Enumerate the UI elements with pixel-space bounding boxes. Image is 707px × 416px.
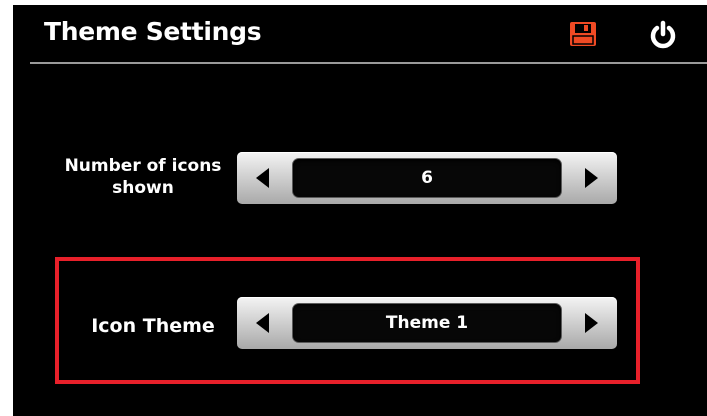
icon-count-label: Number of icons shown <box>64 156 222 198</box>
power-icon <box>650 20 676 49</box>
icon-theme-label: Icon Theme <box>91 315 215 337</box>
arrow-left-icon <box>256 313 269 333</box>
header-divider <box>30 62 707 64</box>
arrow-left-icon <box>256 168 269 188</box>
icon-count-value: 6 <box>293 159 561 197</box>
page-title: Theme Settings <box>44 17 262 46</box>
icon-theme-value: Theme 1 <box>293 304 561 342</box>
icon-count-stepper: 6 <box>237 152 617 204</box>
save-icon <box>570 22 596 46</box>
settings-screen: Theme Settings Number of icons shown 6 I… <box>13 5 707 416</box>
icon-count-decrease-button[interactable] <box>237 152 289 204</box>
icon-theme-stepper: Theme 1 <box>237 297 617 349</box>
arrow-right-icon <box>585 168 598 188</box>
icon-count-increase-button[interactable] <box>565 152 617 204</box>
header-bar: Theme Settings <box>13 5 707 64</box>
save-button[interactable] <box>568 19 598 49</box>
icon-theme-previous-button[interactable] <box>237 297 289 349</box>
icon-theme-next-button[interactable] <box>565 297 617 349</box>
arrow-right-icon <box>585 313 598 333</box>
power-button[interactable] <box>647 19 679 51</box>
